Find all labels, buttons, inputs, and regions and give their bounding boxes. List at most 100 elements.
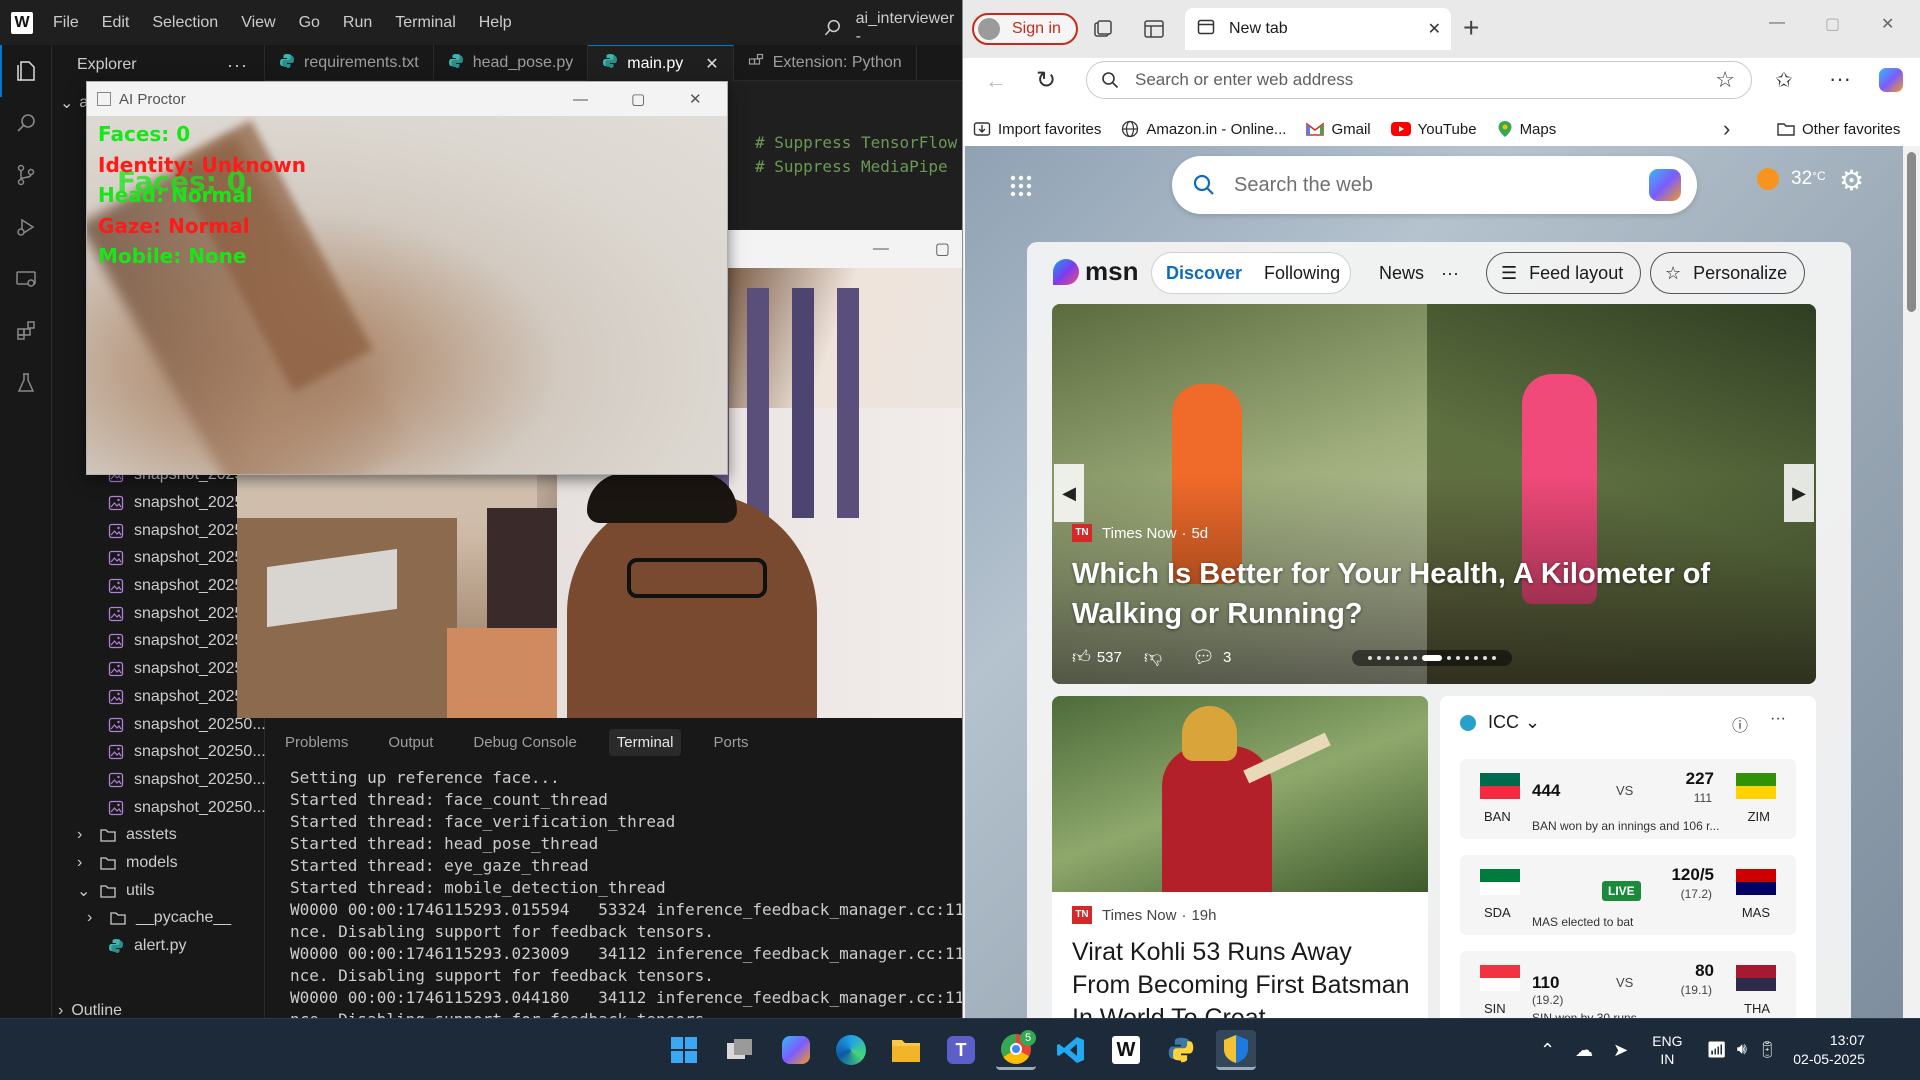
files-icon[interactable]: [0, 45, 52, 97]
copilot-icon[interactable]: [776, 1030, 816, 1070]
vscode-logo-icon[interactable]: W: [11, 11, 33, 34]
tab-actions-icon[interactable]: [1143, 18, 1165, 45]
sign-in-button[interactable]: Sign in: [972, 13, 1078, 45]
command-center[interactable]: ai_interviewer -: [824, 10, 962, 46]
feed-layout-button[interactable]: ☰ Feed layout: [1486, 252, 1641, 294]
tree-item[interactable]: › asstets: [77, 822, 177, 849]
match-row[interactable]: SIN 110 (19.2) VS 80 (19.1) THA SIN won by 30 r…: [1460, 951, 1796, 1018]
cricket-card-header[interactable]: ICC ⌄: [1460, 712, 1540, 733]
fav-maps[interactable]: Maps: [1497, 120, 1556, 138]
apps-grid-icon[interactable]: [1009, 174, 1033, 203]
back-arrow-icon[interactable]: ←: [985, 68, 1007, 94]
carousel-prev-button[interactable]: ◀: [1054, 464, 1084, 522]
start-menu-icon[interactable]: [664, 1030, 704, 1070]
tree-item[interactable]: snapshot_20250...: [107, 739, 266, 766]
show-hidden-icons[interactable]: ⌃: [1540, 1040, 1555, 1061]
carousel-next-button[interactable]: ▶: [1784, 464, 1814, 522]
new-tab-button[interactable]: +: [1463, 12, 1479, 44]
volume-icon[interactable]: 🔊︎: [1737, 1041, 1747, 1059]
refresh-icon[interactable]: ↻: [1036, 66, 1056, 95]
terminal-output[interactable]: Setting up reference face... Started thre…: [265, 767, 962, 1019]
vscode-icon[interactable]: [1051, 1030, 1091, 1070]
more-actions-icon[interactable]: ···: [227, 55, 248, 76]
weather-tray-icon[interactable]: ☁: [1575, 1040, 1593, 1061]
tree-item[interactable]: snapshot_2025: [107, 573, 243, 600]
minimize-icon[interactable]: —: [1769, 14, 1785, 32]
tab-following[interactable]: Following: [1264, 263, 1340, 284]
settings-gear-icon[interactable]: ⚙: [1839, 164, 1864, 197]
info-icon[interactable]: ⓘ: [1732, 712, 1748, 736]
close-tab-icon[interactable]: ✕: [1428, 19, 1441, 39]
tree-item[interactable]: snapshot_2025: [107, 545, 243, 572]
settings-more-icon[interactable]: ···: [1829, 66, 1851, 92]
maximize-icon[interactable]: ▢: [935, 239, 950, 259]
tree-item[interactable]: snapshot_2025: [107, 489, 243, 516]
menu-selection[interactable]: Selection: [152, 14, 218, 32]
hero-story-card[interactable]: ◀ ▶ TN Times Now · 5d Which Is Better for …: [1052, 304, 1816, 684]
file-explorer-icon[interactable]: [886, 1030, 926, 1070]
security-shield-icon[interactable]: [1216, 1030, 1256, 1070]
story-title[interactable]: Virat Kohli 53 Runs Away From Becoming F…: [1072, 936, 1417, 1018]
source-control-icon[interactable]: [0, 149, 52, 201]
favorite-star-icon[interactable]: ☆: [1715, 67, 1735, 93]
favorites-icon[interactable]: ✩: [1775, 68, 1793, 93]
menu-run[interactable]: Run: [343, 14, 372, 32]
tree-item[interactable]: alert.py: [107, 933, 186, 960]
tab-problems[interactable]: Problems: [277, 729, 356, 756]
maximize-icon[interactable]: ▢: [1825, 14, 1840, 34]
input-language[interactable]: ENG IN: [1652, 1032, 1682, 1068]
wispr-app-icon[interactable]: W: [1106, 1030, 1146, 1070]
tree-item[interactable]: snapshot_2025: [107, 628, 243, 655]
copilot-icon[interactable]: [1879, 68, 1903, 92]
tree-item[interactable]: snapshot_2025: [107, 656, 243, 683]
carousel-dots[interactable]: [1352, 650, 1512, 666]
more-nav-icon[interactable]: ···: [1441, 252, 1459, 294]
menu-terminal[interactable]: Terminal: [395, 14, 455, 32]
web-search-box[interactable]: Search the web: [1172, 156, 1697, 214]
fav-amazon[interactable]: Amazon.in - Online...: [1121, 120, 1286, 138]
send-icon[interactable]: ➤: [1613, 1040, 1628, 1061]
tab-extension-python[interactable]: Extension: Python: [734, 45, 917, 81]
tree-item[interactable]: snapshot_2025: [107, 600, 243, 627]
tab-requirements[interactable]: requirements.txt: [265, 45, 434, 81]
fav-youtube[interactable]: YouTube: [1390, 121, 1477, 138]
match-row[interactable]: SDA LIVE 120/5 (17.2) MAS MAS elected to bat: [1460, 855, 1796, 935]
tree-item[interactable]: ⌄ utils: [77, 877, 154, 904]
close-icon[interactable]: ✕: [1881, 14, 1894, 34]
tab-terminal[interactable]: Terminal: [608, 728, 682, 756]
tab-discover[interactable]: Discover: [1166, 263, 1242, 284]
chrome-icon[interactable]: 5: [996, 1030, 1036, 1070]
menu-view[interactable]: View: [241, 14, 275, 32]
wifi-icon[interactable]: 📶︎: [1707, 1040, 1727, 1060]
teams-icon[interactable]: T: [941, 1030, 981, 1070]
tab-new-tab[interactable]: New tab ✕: [1185, 8, 1451, 50]
story-card[interactable]: TN Times Now · 19h Virat Kohli 53 Runs Awa…: [1052, 696, 1428, 1018]
tab-ports[interactable]: Ports: [705, 729, 756, 756]
testing-icon[interactable]: [0, 357, 52, 409]
tab-main[interactable]: main.py ✕: [588, 45, 734, 81]
run-debug-icon[interactable]: [0, 201, 52, 253]
chevron-right-icon[interactable]: ›: [1723, 116, 1730, 142]
workspace-root[interactable]: ⌄ a: [60, 89, 88, 116]
clock[interactable]: 13:07 02-05-2025: [1793, 1031, 1865, 1069]
close-button[interactable]: ✕: [689, 82, 702, 116]
battery-icon[interactable]: 🔋︎: [1757, 1040, 1777, 1060]
search-icon[interactable]: [0, 97, 52, 149]
tab-news[interactable]: News: [1379, 252, 1424, 294]
extensions-icon[interactable]: [0, 305, 52, 357]
hero-title[interactable]: Which Is Better for Your Health, A Kilom…: [1072, 554, 1732, 634]
fav-import[interactable]: Import favorites: [973, 120, 1101, 138]
menu-go[interactable]: Go: [299, 14, 320, 32]
tab-debug-console[interactable]: Debug Console: [465, 729, 584, 756]
close-tab-icon[interactable]: ✕: [705, 54, 718, 74]
tree-item[interactable]: › models: [77, 850, 178, 877]
copilot-icon[interactable]: [1649, 169, 1681, 201]
task-view-icon[interactable]: [720, 1030, 760, 1070]
dislike-icon[interactable]: 👎︎: [1144, 646, 1162, 668]
remote-explorer-icon[interactable]: [0, 253, 52, 305]
menu-edit[interactable]: Edit: [102, 14, 130, 32]
workspaces-icon[interactable]: [1092, 18, 1114, 45]
personalize-button[interactable]: ☆ Personalize: [1650, 252, 1805, 294]
page-scrollbar[interactable]: [1903, 146, 1920, 1018]
match-row[interactable]: BAN 444 VS 227 111 ZIM BAN won by an innings a…: [1460, 759, 1796, 839]
